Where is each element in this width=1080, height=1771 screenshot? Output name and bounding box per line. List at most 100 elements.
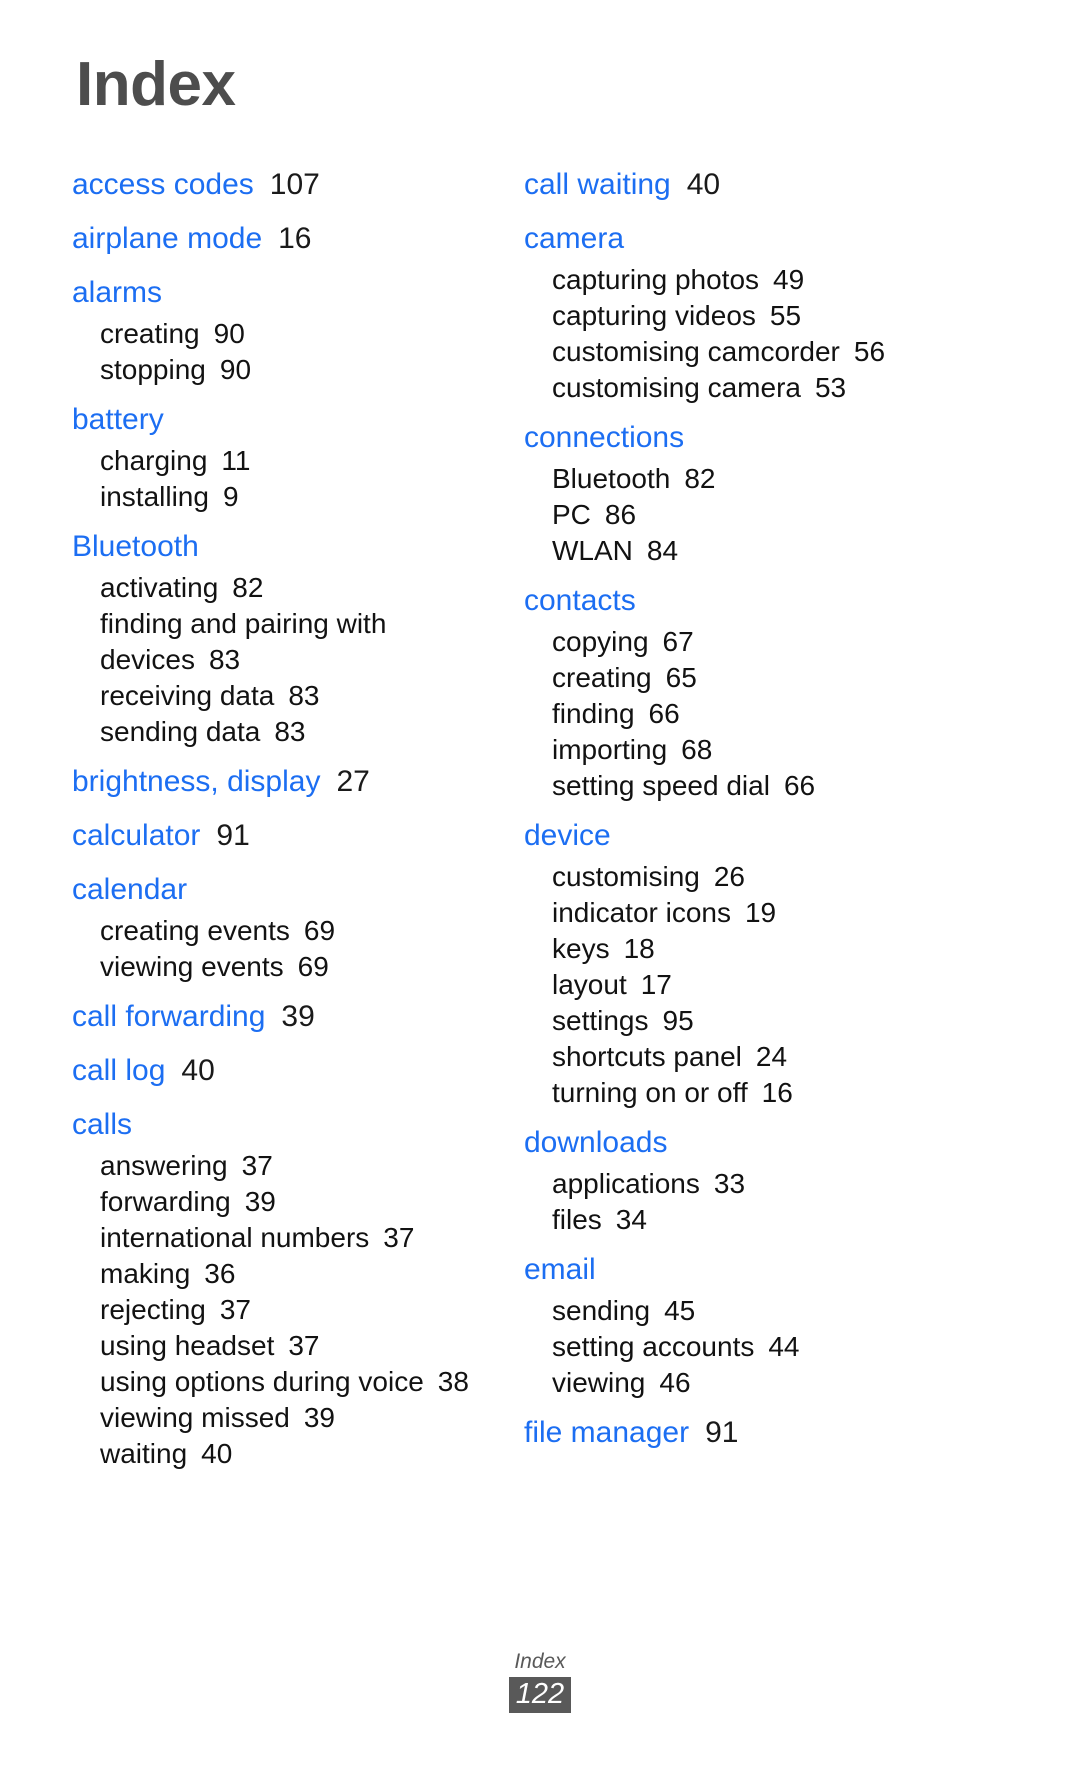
index-subentry[interactable]: creating events 69 [72, 913, 490, 949]
index-subentry[interactable]: stopping 90 [72, 352, 490, 388]
index-subentry-label: using headset [100, 1330, 275, 1361]
index-subentry[interactable]: setting accounts 44 [524, 1329, 1040, 1365]
index-subentry[interactable]: viewing missed 39 [72, 1400, 490, 1436]
index-subentry-page: 45 [664, 1295, 696, 1326]
index-subentry[interactable]: shortcuts panel 24 [524, 1039, 1040, 1075]
index-term[interactable]: downloads [524, 1120, 1040, 1165]
index-subentry-page: 11 [221, 445, 251, 476]
index-column-left: access codes 107 airplane mode 16 alarms crea… [0, 162, 498, 1472]
index-subentry-label: viewing missed [100, 1402, 290, 1433]
index-subentry[interactable]: PC 86 [524, 497, 1040, 533]
index-subentry[interactable]: using options during voice 38 [72, 1364, 490, 1400]
index-term-page: 91 [705, 1416, 739, 1449]
index-term[interactable]: brightness, display 27 [72, 759, 490, 804]
index-subentry[interactable]: international numbers 37 [72, 1220, 490, 1256]
index-term[interactable]: access codes 107 [72, 162, 490, 207]
index-subentry[interactable]: customising camcorder 56 [524, 334, 1040, 370]
index-subentry[interactable]: layout 17 [524, 967, 1040, 1003]
index-subentry[interactable]: installing 9 [72, 479, 490, 515]
index-subentry[interactable]: capturing videos 55 [524, 298, 1040, 334]
index-term-page: 27 [336, 765, 370, 798]
index-subentry-label: answering [100, 1150, 228, 1181]
index-subentry[interactable]: creating 65 [524, 660, 1040, 696]
index-term-label: access codes [72, 168, 254, 201]
index-term[interactable]: calls [72, 1102, 490, 1147]
index-subentry[interactable]: waiting 40 [72, 1436, 490, 1472]
index-subentry[interactable]: indicator icons 19 [524, 895, 1040, 931]
index-term[interactable]: connections [524, 415, 1040, 460]
index-subentry[interactable]: sending data 83 [72, 714, 490, 750]
index-subentry[interactable]: sending 45 [524, 1293, 1040, 1329]
index-term[interactable]: camera [524, 216, 1040, 261]
index-term[interactable]: Bluetooth [72, 524, 490, 569]
index-term[interactable]: calculator 91 [72, 813, 490, 858]
index-subentry[interactable]: creating 90 [72, 316, 490, 352]
index-subentry[interactable]: applications 33 [524, 1166, 1040, 1202]
index-subentry[interactable]: using headset 37 [72, 1328, 490, 1364]
index-term-page: 39 [281, 1000, 315, 1033]
index-subentry[interactable]: importing 68 [524, 732, 1040, 768]
index-term[interactable]: call forwarding 39 [72, 994, 490, 1039]
index-subentry-label: viewing events [100, 951, 284, 982]
index-term[interactable]: airplane mode 16 [72, 216, 490, 261]
index-subentry[interactable]: making 36 [72, 1256, 490, 1292]
index-subentry[interactable]: keys 18 [524, 931, 1040, 967]
index-subentry[interactable]: rejecting 37 [72, 1292, 490, 1328]
index-subentry[interactable]: WLAN 84 [524, 533, 1040, 569]
index-term[interactable]: battery [72, 397, 490, 442]
index-subentry-label: sending data [100, 716, 261, 747]
index-group: email sending 45 setting accounts 44 viewing 4… [524, 1247, 1040, 1401]
index-subentry[interactable]: viewing events 69 [72, 949, 490, 985]
index-term[interactable]: contacts [524, 578, 1040, 623]
index-subentry[interactable]: forwarding 39 [72, 1184, 490, 1220]
index-subentry[interactable]: Bluetooth 82 [524, 461, 1040, 497]
index-group: calculator 91 [72, 813, 490, 858]
index-subentry-label: capturing photos [552, 264, 760, 295]
index-subentry[interactable]: customising 26 [524, 859, 1040, 895]
index-subentry[interactable]: copying 67 [524, 624, 1040, 660]
index-subentry-page: 44 [768, 1331, 800, 1362]
index-subentry[interactable]: files 34 [524, 1202, 1040, 1238]
index-subentry[interactable]: customising camera 53 [524, 370, 1040, 406]
index-term[interactable]: call log 40 [72, 1048, 490, 1093]
index-subentry-page: 39 [244, 1186, 276, 1217]
index-subentry-label: layout [552, 969, 627, 1000]
index-subentry-label: waiting [100, 1438, 188, 1469]
index-term-label: brightness, display [72, 765, 321, 798]
index-subentry[interactable]: receiving data 83 [72, 678, 490, 714]
index-subentry[interactable]: answering 37 [72, 1148, 490, 1184]
index-term-label: calculator [72, 819, 201, 852]
index-subentry[interactable]: setting speed dial 66 [524, 768, 1040, 804]
index-term-label: camera [524, 222, 625, 255]
index-columns: access codes 107 airplane mode 16 alarms crea… [0, 162, 1080, 1472]
index-subentry[interactable]: turning on or off 16 [524, 1075, 1040, 1111]
index-term[interactable]: email [524, 1247, 1040, 1292]
index-term-label: file manager [524, 1416, 690, 1449]
index-group: connections Bluetooth 82 PC 86 WLAN 84 [524, 415, 1040, 569]
index-subentry[interactable]: settings 95 [524, 1003, 1040, 1039]
index-term[interactable]: file manager 91 [524, 1410, 1040, 1455]
index-subentry[interactable]: finding 66 [524, 696, 1040, 732]
index-subentry[interactable]: charging 11 [72, 443, 490, 479]
index-subentry-label: files [552, 1204, 602, 1235]
index-subentry[interactable]: activating 82 [72, 570, 490, 606]
index-term[interactable]: alarms [72, 270, 490, 315]
index-subentry[interactable]: finding and pairing with devices 83 [72, 606, 490, 678]
index-subentry[interactable]: viewing 46 [524, 1365, 1040, 1401]
index-subentry-page: 53 [814, 372, 847, 403]
index-term[interactable]: device [524, 813, 1040, 858]
index-group: alarms creating 90 stopping 90 [72, 270, 490, 388]
index-group: call waiting 40 [524, 162, 1040, 207]
index-term-label: call forwarding [72, 1000, 266, 1033]
index-term[interactable]: call waiting 40 [524, 162, 1040, 207]
index-subentry-page: 37 [383, 1222, 415, 1253]
index-group: downloads applications 33 files 34 [524, 1120, 1040, 1238]
index-subentry[interactable]: capturing photos 49 [524, 262, 1040, 298]
index-subentry-page: 66 [648, 698, 680, 729]
index-subentry-label: capturing videos [552, 300, 756, 331]
index-group: access codes 107 [72, 162, 490, 207]
index-term[interactable]: calendar [72, 867, 490, 912]
index-subentry-label: applications [552, 1168, 700, 1199]
